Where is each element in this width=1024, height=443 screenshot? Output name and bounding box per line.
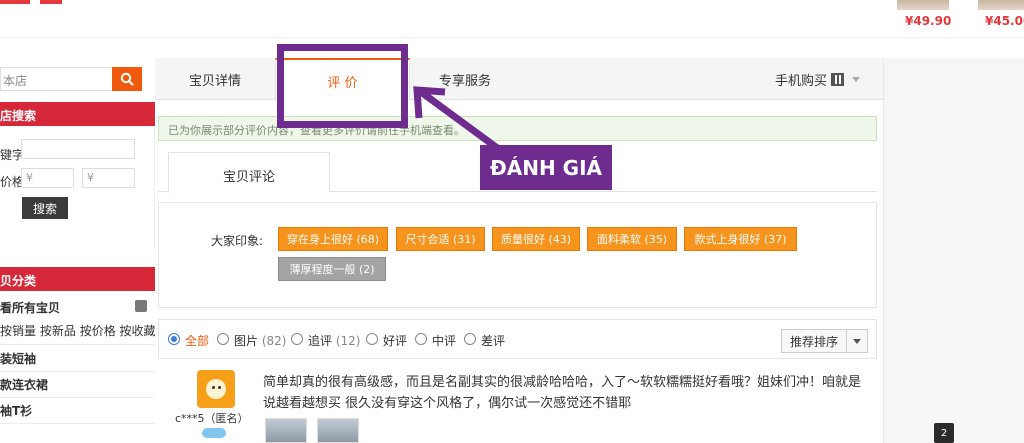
qr-code-icon (831, 72, 845, 86)
tab-product-comments[interactable]: 宝贝评论 (168, 152, 330, 193)
avatar (197, 370, 235, 408)
filter-positive-radio[interactable] (366, 333, 378, 345)
impression-tag[interactable]: 质量很好 (43) (492, 227, 580, 251)
sort-order-button[interactable]: 推荐排序 (781, 329, 847, 353)
impression-tag[interactable]: 薄厚程度一般 (2) (278, 257, 386, 281)
impression-tag[interactable]: 穿在身上很好 (68) (278, 227, 388, 251)
header-scrap (0, 0, 30, 4)
right-column (883, 58, 1024, 443)
header-scrap (40, 0, 62, 4)
partial-reviews-notice: 已为你展示部分评价内容，查看更多评价请前往手机端查看。 (158, 116, 877, 141)
impression-tag[interactable]: 款式上身很好 (37) (684, 227, 797, 251)
reviewer-name: c***5（匿名） (175, 412, 249, 425)
annotation-label: ĐÁNH GIÁ (480, 145, 612, 190)
review-filter-bar: 全部 图片 (82) 追评 (12) 好评 中评 差评 推荐排序 (158, 319, 877, 359)
filter-positive-label[interactable]: 好评 (383, 332, 407, 349)
review-photo[interactable] (265, 418, 307, 443)
impressions-label: 大家印象: (211, 234, 264, 248)
sort-by-new-link[interactable]: 按新品 (40, 324, 76, 338)
sort-by-price-link[interactable]: 按价格 (80, 324, 116, 338)
tab-product-detail[interactable]: 宝贝详情 (189, 58, 241, 100)
avatar-eye (218, 386, 221, 389)
related-product-price: ¥49.90 (905, 14, 952, 28)
impression-tag[interactable]: 面料柔软 (35) (587, 227, 677, 251)
review-item: c***5（匿名） 简单却真的很有高级感，而且是名副其实的很减龄哈哈哈，入了～软… (158, 362, 877, 443)
category-link[interactable]: 款连衣裙 (0, 376, 155, 393)
divider (0, 344, 155, 345)
chevron-down-icon (853, 338, 861, 344)
shop-search-title: 店搜索 (0, 102, 155, 126)
category-link[interactable]: 装短袖 (0, 350, 155, 367)
collapse-icon[interactable] (135, 300, 147, 312)
annotation-highlight-box (277, 44, 408, 128)
filter-neutral-label[interactable]: 中评 (432, 332, 456, 349)
product-tabbar: 宝贝详情 评 价 专享服务 (155, 58, 883, 101)
sidebar-search-button[interactable]: 搜索 (22, 197, 68, 219)
member-level-icon (202, 428, 226, 438)
shop-search-input[interactable]: 本店 (0, 67, 112, 91)
price-max-input[interactable]: ¥ (82, 168, 135, 188)
keyword-input[interactable] (21, 139, 135, 159)
avatar-eye (212, 386, 215, 389)
filter-followup-label[interactable]: 追评 (12) (308, 332, 360, 349)
category-link[interactable]: 袖T衫 (0, 402, 155, 419)
sort-by-favorites-link[interactable]: 按收藏 (120, 324, 156, 338)
related-product-thumb[interactable] (897, 0, 949, 10)
filter-negative-label[interactable]: 差评 (481, 332, 505, 349)
sort-order-dropdown[interactable] (846, 329, 868, 353)
related-product-price: ¥45.00 (985, 14, 1024, 28)
filter-all-label[interactable]: 全部 (185, 332, 209, 349)
shop-search-button[interactable] (112, 67, 142, 91)
divider (0, 371, 155, 372)
view-all-items-link[interactable]: 看所有宝贝 (0, 299, 155, 316)
search-icon (120, 72, 134, 86)
sort-links: 按销量 按新品 按价格 按收藏 (0, 322, 156, 339)
impression-tag[interactable]: 尺寸合适 (31) (396, 227, 485, 251)
annotation-arrow-icon (413, 86, 503, 153)
chevron-down-icon (852, 76, 861, 82)
shop-sidebar: 本店 店搜索 键字 价格 ¥ ¥ 搜索 贝分类 看所有宝贝 按销量 按新品 按价… (0, 60, 156, 443)
review-text: 简单却真的很有高级感，而且是名副其实的很减龄哈哈哈，入了～软软糯糯挺好看哦？姐妹… (263, 375, 862, 411)
mobile-buy-button[interactable]: 手机购买 (775, 58, 861, 100)
filter-all-radio[interactable] (168, 333, 180, 345)
price-min-input[interactable]: ¥ (21, 168, 74, 188)
filter-negative-radio[interactable] (464, 333, 476, 345)
divider (0, 423, 155, 424)
top-strip: ¥49.90 ¥45.00 (0, 0, 1024, 38)
shop-search-panel: 店搜索 键字 价格 ¥ ¥ (0, 102, 155, 248)
impressions-panel: 大家印象: 穿在身上很好 (68) 尺寸合适 (31) 质量很好 (43) 面料… (158, 202, 877, 308)
page-number-badge: 2 (934, 423, 954, 443)
filter-followup-radio[interactable] (291, 333, 303, 345)
mobile-buy-label: 手机购买 (775, 73, 828, 89)
sort-by-sales-link[interactable]: 按销量 (0, 324, 36, 338)
filter-pictures-label[interactable]: 图片 (82) (234, 332, 286, 349)
related-product-thumb[interactable] (978, 0, 1024, 10)
avatar-face (206, 379, 226, 399)
filter-pictures-radio[interactable] (217, 333, 229, 345)
filter-neutral-radio[interactable] (415, 333, 427, 345)
divider (0, 397, 155, 398)
category-title: 贝分类 (0, 267, 155, 291)
review-photo[interactable] (317, 418, 359, 443)
